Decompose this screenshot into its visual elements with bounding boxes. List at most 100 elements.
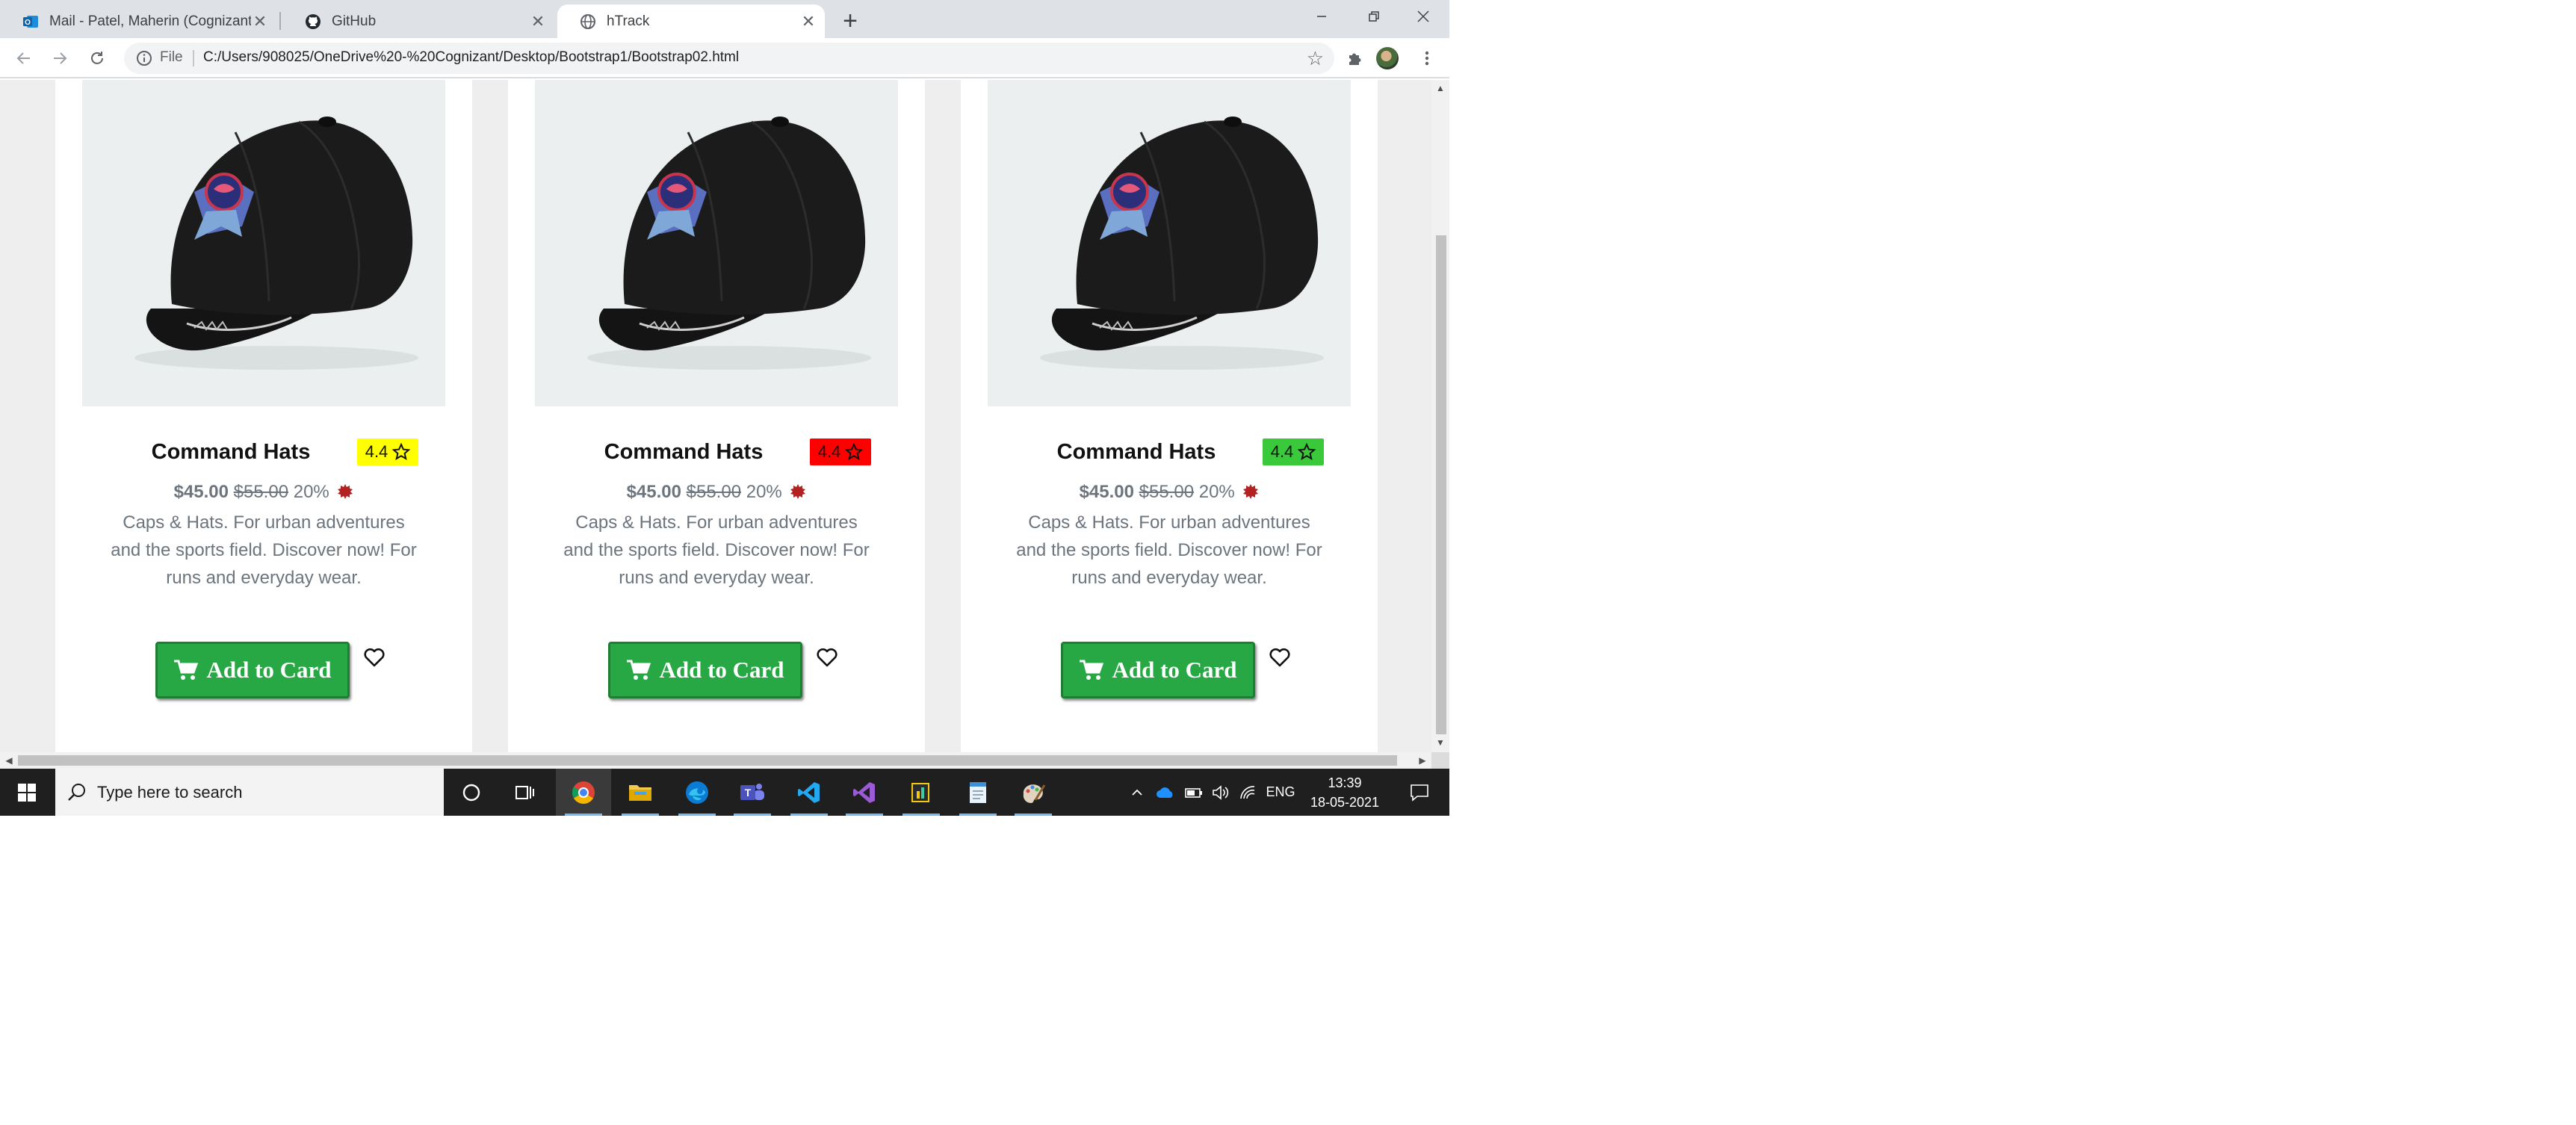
clock-date: 18-05-2021 [1310,795,1380,810]
product-description: Caps & Hats. For urban adventures and th… [111,512,417,588]
svg-text:O: O [25,19,31,27]
tab-divider [279,12,281,30]
screen: O Mail - Patel, Maherin (Cognizant) ✕ Gi… [0,0,1449,816]
add-to-cart-label: Add to Card [659,657,784,683]
product-title: Command Hats [604,440,764,464]
sale-burst-icon [790,484,806,499]
old-price: $55.00 [1139,482,1195,502]
language-indicator[interactable]: ENG [1263,769,1298,816]
power-bi-icon[interactable] [894,769,949,816]
battery-icon[interactable] [1180,769,1207,816]
product-image [988,80,1351,406]
scroll-up-arrow-icon[interactable]: ▲ [1435,83,1446,93]
paint-icon[interactable] [1006,769,1061,816]
github-icon [305,13,321,30]
product-card: Command Hats 4.4 $45.00 $55.00 20% Caps … [508,80,925,752]
profile-avatar[interactable] [1376,47,1399,69]
windows-start-icon[interactable] [0,769,54,816]
rating-value: 4.4 [1270,442,1294,461]
tab-github[interactable]: GitHub ✕ [282,4,554,38]
scroll-right-arrow-icon[interactable]: ▶ [1417,754,1428,766]
volume-icon[interactable] [1207,769,1234,816]
svg-text:T: T [745,787,752,799]
forward-icon[interactable] [46,45,73,72]
product-title: Command Hats [151,440,311,464]
task-view-icon[interactable] [498,769,553,816]
notification-icon[interactable] [1397,769,1442,816]
star-outline-icon [1298,443,1316,461]
file-explorer-icon[interactable] [613,769,668,816]
product-card: Command Hats 4.4 $45.00 $55.00 20% Caps … [961,80,1378,752]
tab-title: GitHub [332,13,377,29]
onedrive-icon[interactable] [1152,769,1179,816]
horizontal-scrollbar[interactable]: ◀ ▶ [0,752,1431,769]
horizontal-scroll-thumb[interactable] [18,755,1397,766]
vertical-scrollbar[interactable]: ▲ ▼ [1431,80,1449,752]
globe-icon [580,13,596,30]
product-description: Caps & Hats. For urban adventures and th… [1016,512,1322,588]
browser-toolbar: File C:/Users/908025/OneDrive%20-%20Cogn… [0,38,1449,78]
new-tab-icon[interactable]: + [835,6,865,36]
network-icon[interactable] [1234,769,1261,816]
visual-studio-icon[interactable] [837,769,892,816]
vscode-icon[interactable] [781,769,837,816]
chevron-up-icon[interactable] [1124,769,1151,816]
sale-burst-icon [338,484,353,499]
discount-percent: 20% [1198,482,1235,502]
chrome-icon[interactable] [556,769,611,816]
back-icon[interactable] [10,45,37,72]
discount-percent: 20% [746,482,782,502]
scroll-down-arrow-icon[interactable]: ▼ [1435,737,1446,748]
price-row: $45.00 $55.00 20% [55,482,472,503]
cortana-icon[interactable] [444,769,499,816]
tab-htrack[interactable]: hTrack ✕ [557,4,825,38]
current-price: $45.00 [1079,482,1134,502]
close-icon[interactable]: ✕ [529,12,547,31]
vertical-scroll-thumb[interactable] [1436,235,1446,734]
rating-badge: 4.4 [810,438,871,465]
url-text[interactable]: C:/Users/908025/OneDrive%20-%20Cognizant… [203,49,739,66]
minimize-icon[interactable] [1295,0,1348,33]
info-icon[interactable] [134,49,154,68]
product-description: Caps & Hats. For urban adventures and th… [563,512,870,588]
reload-icon[interactable] [84,45,111,72]
price-row: $45.00 $55.00 20% [508,482,925,503]
add-to-cart-label: Add to Card [1112,657,1237,683]
shopping-cart-icon [1080,660,1104,680]
clock-time: 13:39 [1328,775,1362,790]
close-icon[interactable]: ✕ [251,12,269,31]
product-image [535,80,898,406]
bookmark-star-icon[interactable]: ☆ [1307,47,1324,70]
rating-badge: 4.4 [1263,438,1324,465]
edge-icon[interactable] [669,769,725,816]
heart-outline-icon[interactable] [816,646,838,669]
address-divider [193,50,194,66]
rating-value: 4.4 [817,442,841,461]
window-close-icon[interactable] [1397,0,1449,33]
notepad-icon[interactable] [950,769,1006,816]
current-price: $45.00 [173,482,229,502]
card-title-row: Command Hats 4.4 [961,433,1378,470]
tab-mail[interactable]: O Mail - Patel, Maherin (Cognizant) ✕ [0,4,276,38]
restore-icon[interactable] [1348,0,1400,33]
close-icon[interactable]: ✕ [799,12,817,31]
extensions-icon[interactable] [1342,45,1369,72]
add-to-cart-button[interactable]: Add to Card [1061,642,1255,698]
address-bar[interactable]: File C:/Users/908025/OneDrive%20-%20Cogn… [124,43,1334,74]
star-outline-icon [392,443,411,461]
price-row: $45.00 $55.00 20% [961,482,1378,503]
taskbar-search-box[interactable]: Type here to search [55,769,444,816]
product-card: Command Hats 4.4 $45.00 $55.00 20% Caps … [55,80,472,752]
tab-strip: O Mail - Patel, Maherin (Cognizant) ✕ Gi… [0,0,1449,38]
heart-outline-icon[interactable] [1269,646,1291,669]
rating-badge: 4.4 [357,438,418,465]
heart-outline-icon[interactable] [363,646,386,669]
add-to-cart-button[interactable]: Add to Card [155,642,350,698]
menu-kebab-icon[interactable] [1414,45,1440,72]
taskbar-clock[interactable]: 13:39 18-05-2021 [1300,773,1390,812]
teams-icon[interactable]: T [725,769,780,816]
add-to-cart-button[interactable]: Add to Card [608,642,802,698]
scroll-left-arrow-icon[interactable]: ◀ [3,754,15,766]
card-title-row: Command Hats 4.4 [55,433,472,470]
product-title: Command Hats [1056,440,1216,464]
